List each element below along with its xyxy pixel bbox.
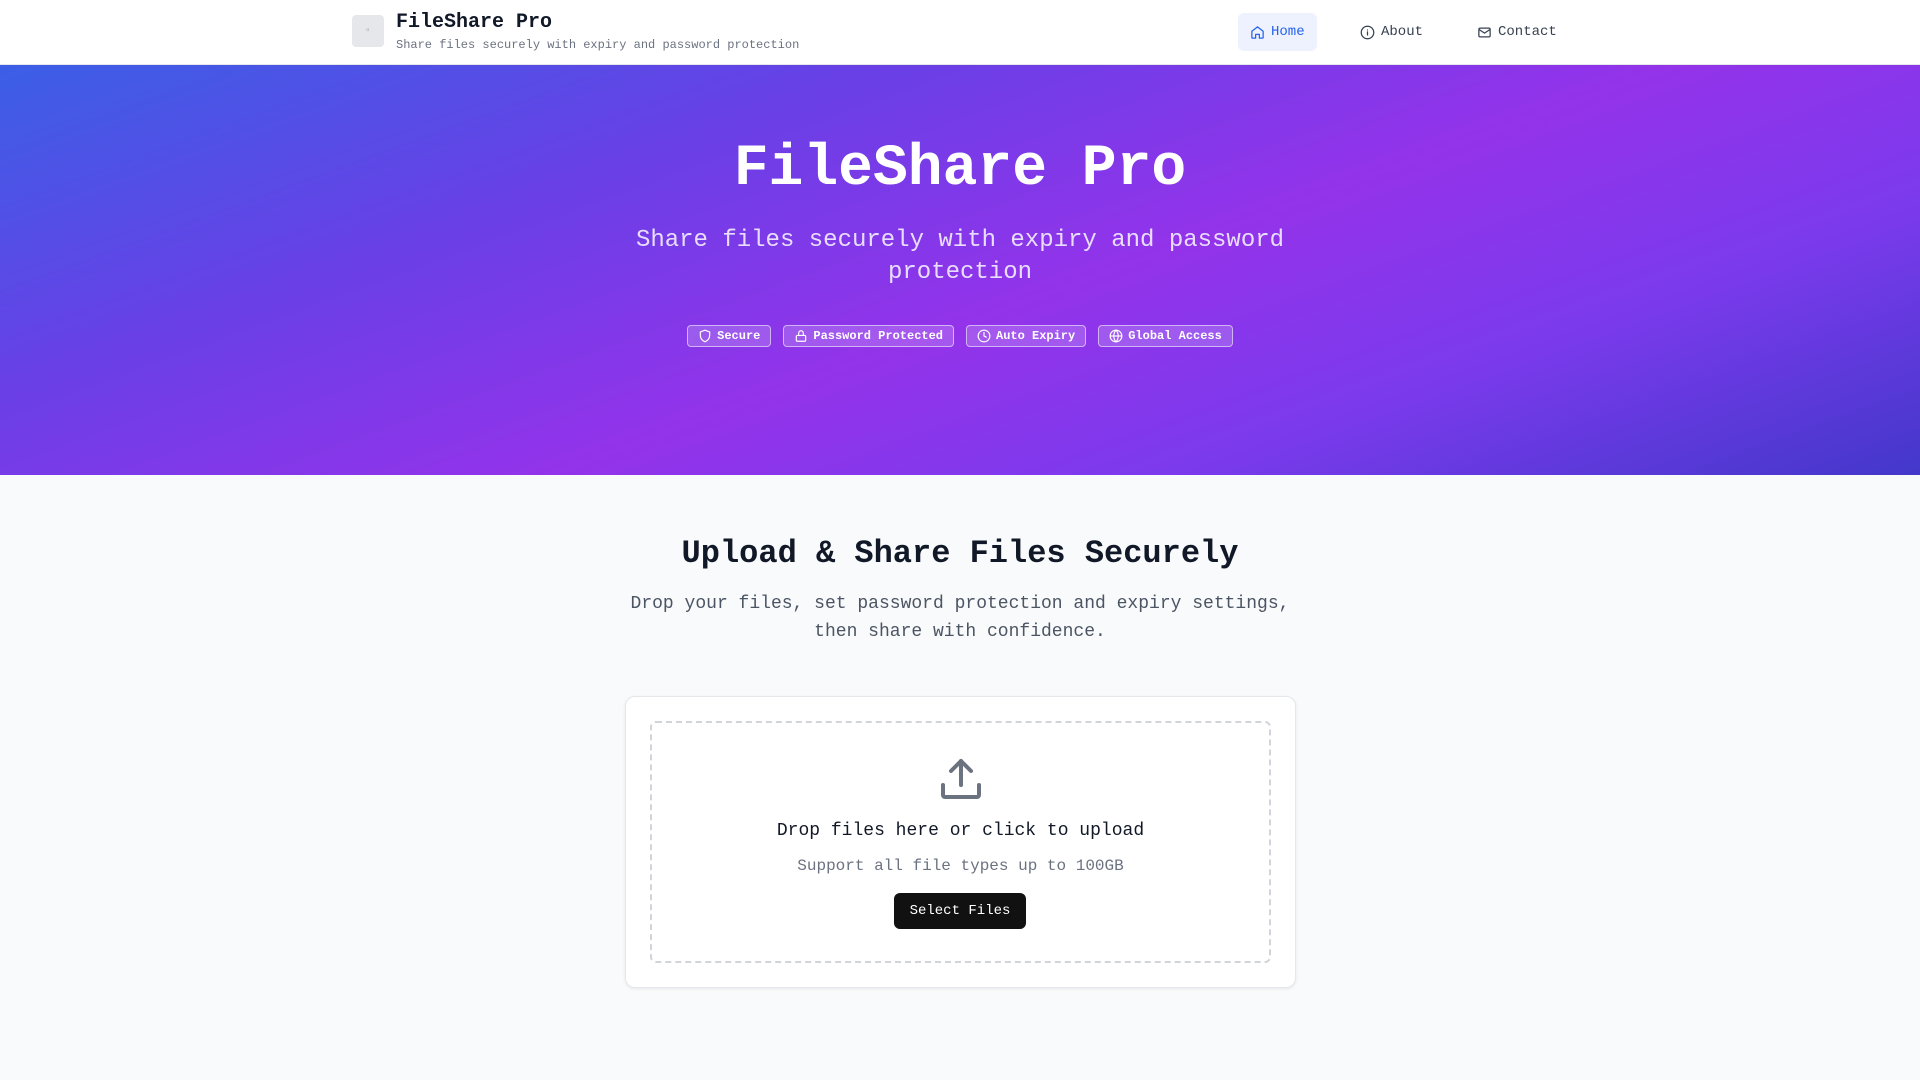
badge-password-label: Password Protected: [813, 329, 943, 343]
upload-card: Drop files here or click to upload Suppo…: [625, 696, 1296, 988]
upload-icon: [941, 759, 981, 799]
nav-contact[interactable]: Contact: [1465, 13, 1569, 51]
badge-expiry-label: Auto Expiry: [996, 329, 1076, 343]
brand-subtitle: Share files securely with expiry and pas…: [396, 38, 800, 52]
badge-auto-expiry: Auto Expiry: [966, 325, 1087, 347]
mail-icon: [1478, 27, 1491, 37]
nav-home[interactable]: Home: [1238, 13, 1317, 51]
badge-global-label: Global Access: [1128, 329, 1222, 343]
badge-password-protected: Password Protected: [783, 325, 954, 347]
section-title: Upload & Share Files Securely: [681, 535, 1239, 572]
nav-contact-label: Contact: [1498, 24, 1557, 40]
globe-icon: [1109, 329, 1123, 343]
select-files-button[interactable]: Select Files: [894, 893, 1026, 929]
nav-about[interactable]: About: [1348, 13, 1435, 51]
feature-badges: Secure Password Protected Auto Expiry Gl…: [0, 325, 1920, 347]
section-description: Drop your files, set password protection…: [630, 594, 1290, 642]
lock-icon: [796, 330, 807, 342]
top-header: ▫ FileShare Pro Share files securely wit…: [0, 0, 1920, 65]
info-icon: [1360, 25, 1375, 39]
hero-subtitle: Share files securely with expiry and pas…: [635, 227, 1285, 286]
dropzone-title: Drop files here or click to upload: [776, 821, 1145, 841]
badge-secure: Secure: [687, 325, 772, 347]
badge-global-access: Global Access: [1098, 325, 1233, 347]
nav-about-label: About: [1381, 24, 1424, 40]
dropzone-subtitle: Support all file types up to 100GB: [797, 857, 1124, 875]
hero-banner: FileShare Pro Share files securely with …: [0, 65, 1920, 475]
hero-title: FileShare Pro: [733, 137, 1187, 202]
brand-title[interactable]: FileShare Pro: [396, 11, 552, 34]
clock-icon: [977, 329, 991, 343]
nav-home-label: Home: [1271, 24, 1305, 40]
home-icon: [1251, 25, 1264, 39]
logo-icon[interactable]: ▫: [352, 15, 384, 47]
shield-icon: [699, 329, 711, 343]
badge-secure-label: Secure: [717, 329, 761, 343]
upload-dropzone[interactable]: Drop files here or click to upload Suppo…: [650, 721, 1271, 963]
